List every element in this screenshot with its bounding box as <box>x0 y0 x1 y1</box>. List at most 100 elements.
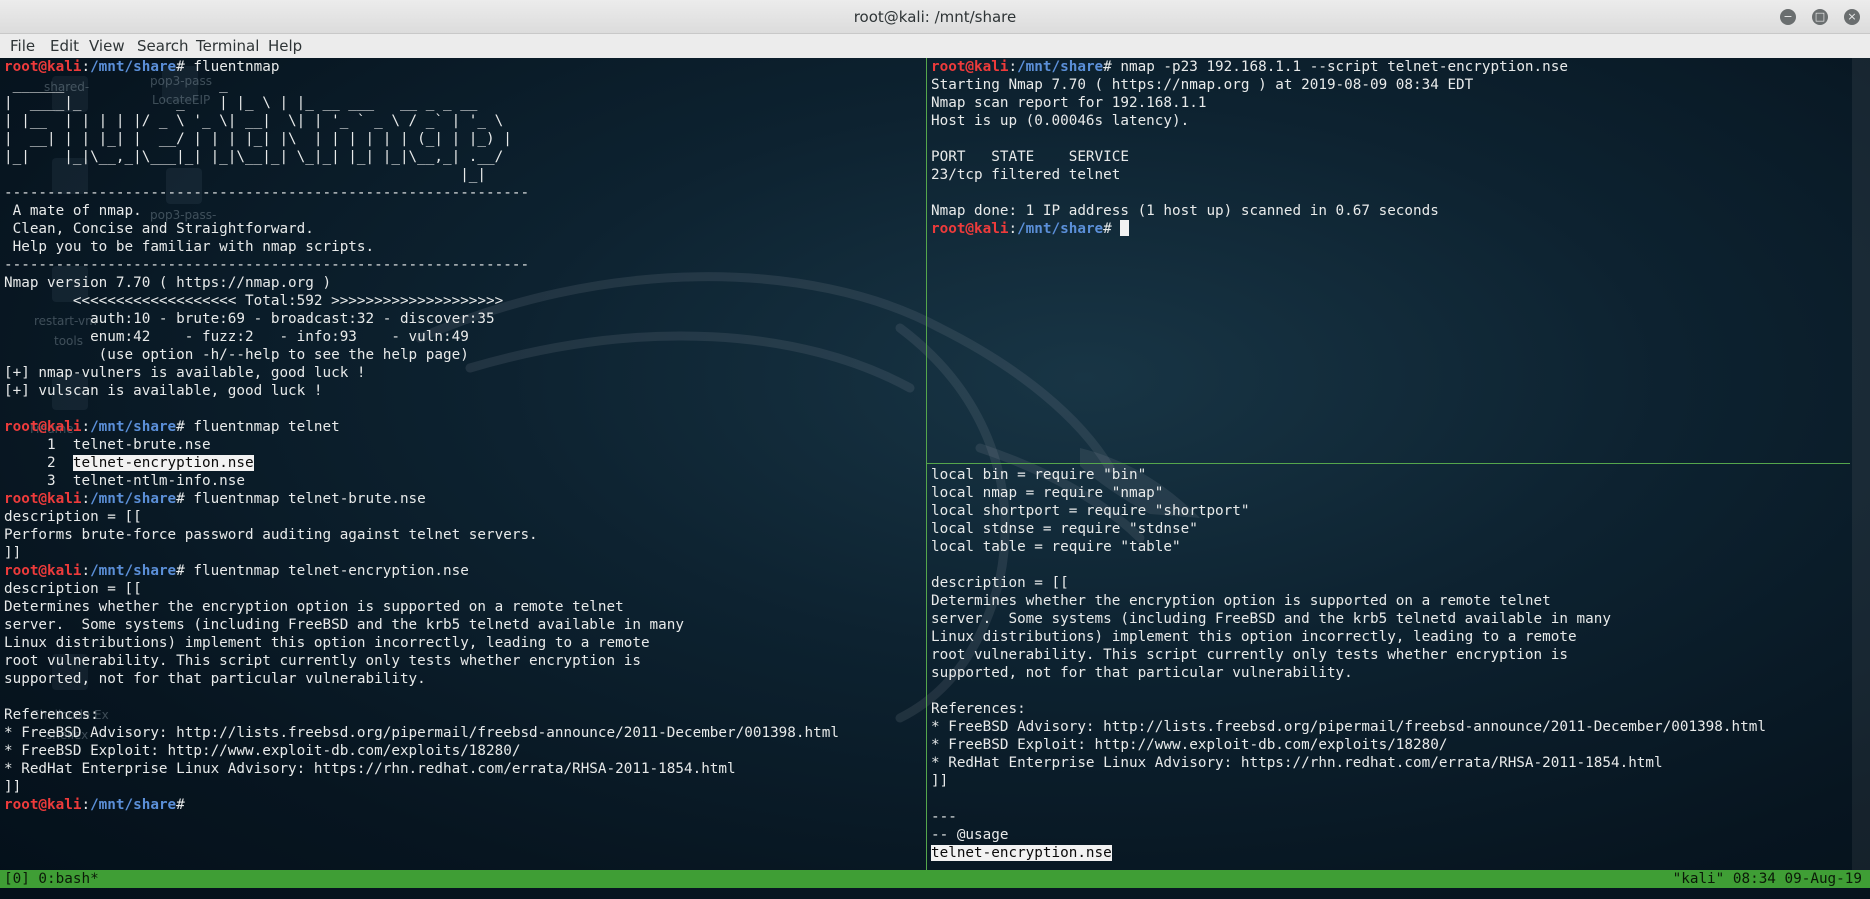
output-text: Linux distributions) implement this opti… <box>931 629 1577 645</box>
output-line: * RedHat Enterprise Linux Advisory: http… <box>931 754 1849 772</box>
menu-view[interactable]: View <box>89 37 125 55</box>
output-line: Linux distributions) implement this opti… <box>931 628 1849 646</box>
window-title: root@kali: /mnt/share <box>853 8 1017 26</box>
terminal-window: root@kali: /mnt/share − □ × File Edit Vi… <box>0 0 1870 899</box>
prompt-line: root@kali:/mnt/share# <box>4 796 922 814</box>
prompt-symbol: # <box>1103 221 1112 237</box>
prompt-symbol: # <box>176 563 185 579</box>
output-line: root vulnerability. This script currentl… <box>931 646 1849 664</box>
prompt-symbol: # <box>176 797 185 813</box>
prompt-path: /mnt/share <box>1017 59 1104 75</box>
output-line: Host is up (0.00046s latency). <box>931 112 1849 130</box>
output-text: 2 <box>4 455 73 471</box>
output-line: | ____|_ _ | |_ \ | |_ __ ___ __ _ _ __ <box>4 94 922 112</box>
output-text: supported, not for that particular vulne… <box>4 671 426 687</box>
command-text: fluentnmap telnet-encryption.nse <box>184 563 469 579</box>
left-terminal-pane[interactable]: root@kali:/mnt/share# fluentnmap ______ … <box>4 58 922 870</box>
output-line: * FreeBSD Exploit: http://www.exploit-db… <box>931 736 1849 754</box>
menu-edit[interactable]: Edit <box>50 37 79 55</box>
output-text: References: <box>4 707 99 723</box>
output-line: telnet-encryption.nse <box>931 844 1849 862</box>
title-bar[interactable]: root@kali: /mnt/share − □ × <box>0 0 1870 34</box>
menu-help[interactable]: Help <box>268 37 302 55</box>
output-text: root vulnerability. This script currentl… <box>4 653 641 669</box>
output-line: (use option -h/--help to see the help pa… <box>4 346 922 364</box>
close-icon[interactable]: × <box>1844 9 1860 25</box>
terminal-area[interactable]: shared- pop3-pass LocateEIP pop3-pass- r… <box>0 58 1870 899</box>
output-line: description = [[ <box>4 508 922 526</box>
prompt-path: /mnt/share <box>90 491 177 507</box>
output-line: ----------------------------------------… <box>4 256 922 274</box>
output-text: |_| <box>4 167 581 183</box>
output-line: Clean, Concise and Straightforward. <box>4 220 922 238</box>
output-text: ----------------------------------------… <box>4 257 530 273</box>
output-line: Nmap version 7.70 ( https://nmap.org ) <box>4 274 922 292</box>
output-line: description = [[ <box>4 580 922 598</box>
output-line: local shortport = require "shortport" <box>931 502 1849 520</box>
prompt-separator: : <box>81 419 91 435</box>
output-text: A mate of nmap. <box>4 203 142 219</box>
output-text: ]] <box>931 773 949 789</box>
prompt-separator: : <box>81 563 91 579</box>
output-text: PORT STATE SERVICE <box>931 149 1129 165</box>
output-line: ]] <box>4 778 922 796</box>
output-text: Clean, Concise and Straightforward. <box>4 221 314 237</box>
menu-bar: File Edit View Search Terminal Help <box>0 34 1870 58</box>
scrollbar[interactable] <box>1852 58 1870 870</box>
menu-terminal[interactable]: Terminal <box>196 37 259 55</box>
output-line: Linux distributions) implement this opti… <box>4 634 922 652</box>
pane-divider-vertical[interactable] <box>926 58 927 870</box>
pane-divider-horizontal[interactable] <box>927 463 1850 464</box>
output-line: Determines whether the encryption option… <box>931 592 1849 610</box>
prompt-line: root@kali:/mnt/share# <box>931 220 1849 238</box>
output-line: References: <box>4 706 922 724</box>
output-line: root vulnerability. This script currentl… <box>4 652 922 670</box>
prompt-path: /mnt/share <box>90 59 177 75</box>
command-text: fluentnmap <box>184 59 280 75</box>
output-line: ]] <box>931 772 1849 790</box>
prompt-user: root@kali <box>931 59 1009 75</box>
prompt-separator: : <box>1008 221 1018 237</box>
output-text: Nmap scan report for 192.168.1.1 <box>931 95 1207 111</box>
prompt-symbol: # <box>176 419 185 435</box>
output-line: supported, not for that particular vulne… <box>931 664 1849 682</box>
output-line: Determines whether the encryption option… <box>4 598 922 616</box>
right-top-terminal-pane[interactable]: root@kali:/mnt/share# nmap -p23 192.168.… <box>931 58 1849 460</box>
status-window-list[interactable]: [0] 0:bash* <box>4 870 99 888</box>
output-text: 23/tcp filtered telnet <box>931 167 1121 183</box>
output-line: |_| |_|\__,_|\___|_| |_|\__|_| \_|_| |_|… <box>4 148 922 166</box>
output-line: ______ _ <box>4 76 922 94</box>
output-text: 1 telnet-brute.nse <box>4 437 211 453</box>
output-text: supported, not for that particular vulne… <box>931 665 1353 681</box>
output-text: ______ _ <box>4 77 581 93</box>
output-line: | |__ | | | | |/ _ \ '_ \| __| \| | '_ `… <box>4 112 922 130</box>
output-line: local stdnse = require "stdnse" <box>931 520 1849 538</box>
right-bottom-terminal-pane[interactable]: local bin = require "bin" local nmap = re… <box>931 466 1849 870</box>
output-text: * RedHat Enterprise Linux Advisory: http… <box>931 755 1663 771</box>
menu-file[interactable]: File <box>10 37 35 55</box>
output-line: | __| | | |_| | __/ | | | |_| |\ | | | |… <box>4 130 922 148</box>
output-line: * FreeBSD Advisory: http://lists.freebsd… <box>931 718 1849 736</box>
output-text: Host is up (0.00046s latency). <box>931 113 1190 129</box>
output-line: description = [[ <box>931 574 1849 592</box>
prompt-line: root@kali:/mnt/share# fluentnmap telnet-… <box>4 490 922 508</box>
output-text: * RedHat Enterprise Linux Advisory: http… <box>4 761 736 777</box>
prompt-user: root@kali <box>4 491 82 507</box>
output-line: <<<<<<<<<<<<<<<<<<< Total:592 >>>>>>>>>>… <box>4 292 922 310</box>
output-text: description = [[ <box>4 581 142 597</box>
prompt-line: root@kali:/mnt/share# fluentnmap telnet-… <box>4 562 922 580</box>
output-line: References: <box>931 700 1849 718</box>
menu-search[interactable]: Search <box>137 37 189 55</box>
minimize-icon[interactable]: − <box>1780 9 1796 25</box>
output-text: Determines whether the encryption option… <box>931 593 1551 609</box>
prompt-separator: : <box>81 59 91 75</box>
output-text: | ____|_ _ | |_ \ | |_ __ ___ __ _ _ __ <box>4 95 564 111</box>
output-text: * FreeBSD Exploit: http://www.exploit-db… <box>931 737 1448 753</box>
maximize-icon[interactable]: □ <box>1812 9 1828 25</box>
output-text: --- <box>931 809 957 825</box>
